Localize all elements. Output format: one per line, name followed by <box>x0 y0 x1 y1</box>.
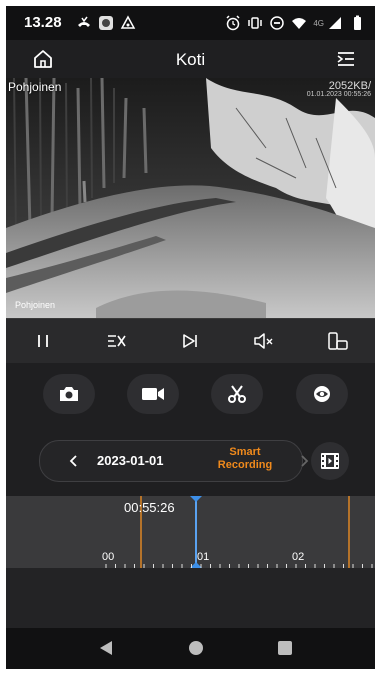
page-title: Koti <box>175 50 206 69</box>
empty-area <box>6 568 375 628</box>
recording-marker <box>348 496 350 568</box>
cut-clip-icon <box>228 385 246 403</box>
camera-overlay-name: Pohjoinen <box>15 300 56 310</box>
action-buttons <box>6 370 375 422</box>
missed-call-icon <box>78 16 90 27</box>
app-header: Koti <box>6 40 375 78</box>
phone-screen: 13.28 4G Koti Pohjoinen 2052KB/ 01.01.20… <box>6 6 375 669</box>
wifi-icon <box>292 18 307 29</box>
film-strip-icon <box>321 453 339 469</box>
camera-name: Pohjoinen <box>8 80 62 94</box>
timeline-hour-label: 01 <box>197 551 210 563</box>
record-video-button[interactable] <box>127 374 179 414</box>
recent-apps-icon[interactable] <box>278 641 292 655</box>
cursor-top-arrow <box>190 496 202 502</box>
recording-type-line2: Recording <box>217 459 273 471</box>
date-selector: 2023-01-01 Smart Recording <box>39 440 309 482</box>
recording-type[interactable]: Smart Recording <box>210 446 280 472</box>
selected-date[interactable]: 2023-01-01 <box>97 453 164 468</box>
battery-icon <box>354 15 361 30</box>
rotate-screen-icon <box>328 332 348 350</box>
video-timestamp: 01.01.2023 00:55:26 <box>306 91 371 98</box>
pause-button[interactable] <box>31 329 55 353</box>
playback-view-button[interactable] <box>296 374 348 414</box>
playback-view-icon <box>314 386 330 402</box>
system-nav-bar <box>6 628 375 669</box>
alarm-icon <box>226 15 240 31</box>
playback-controls <box>6 318 375 363</box>
home-circle-icon[interactable] <box>189 641 203 655</box>
night-forest-scene <box>6 78 375 318</box>
status-time: 13.28 <box>24 14 62 31</box>
play-next-icon <box>183 334 198 348</box>
camera-video-view[interactable]: Pohjoinen 2052KB/ 01.01.2023 00:55:26 Po… <box>6 78 375 318</box>
stream-quality-button[interactable] <box>105 329 129 353</box>
do-not-disturb-icon <box>270 16 285 30</box>
mute-button[interactable] <box>252 329 276 353</box>
timeline-hour-label: 00 <box>102 551 115 563</box>
video-clips-button[interactable] <box>311 442 349 480</box>
rotate-screen-button[interactable] <box>326 329 350 353</box>
playback-timeline[interactable]: 00:55:26 00 01 02 <box>6 496 375 568</box>
record-video-icon <box>142 388 164 400</box>
network-type-label: 4G <box>313 18 324 28</box>
play-next-button[interactable] <box>178 329 202 353</box>
status-right-icons: 4G <box>225 15 365 31</box>
menu-icon[interactable] <box>335 48 357 70</box>
status-left-icons <box>76 15 136 31</box>
next-day-icon[interactable] <box>296 452 312 470</box>
recording-type-line1: Smart <box>229 446 261 458</box>
previous-day-icon[interactable] <box>66 452 82 470</box>
stream-quality-icon <box>107 335 126 347</box>
snapshot-button[interactable] <box>43 374 95 414</box>
timeline-current-time: 00:55:26 <box>124 500 175 515</box>
timeline-hour-label: 02 <box>292 551 305 563</box>
pause-icon <box>37 335 48 347</box>
back-icon[interactable] <box>100 641 112 655</box>
signal-icon <box>329 17 341 29</box>
drive-icon <box>120 15 136 29</box>
camera-app-icon <box>99 16 113 30</box>
status-bar: 13.28 4G <box>6 6 375 40</box>
mute-icon <box>254 333 273 349</box>
snapshot-icon <box>60 387 78 401</box>
vibrate-icon <box>248 17 263 29</box>
cut-clip-button[interactable] <box>211 374 263 414</box>
